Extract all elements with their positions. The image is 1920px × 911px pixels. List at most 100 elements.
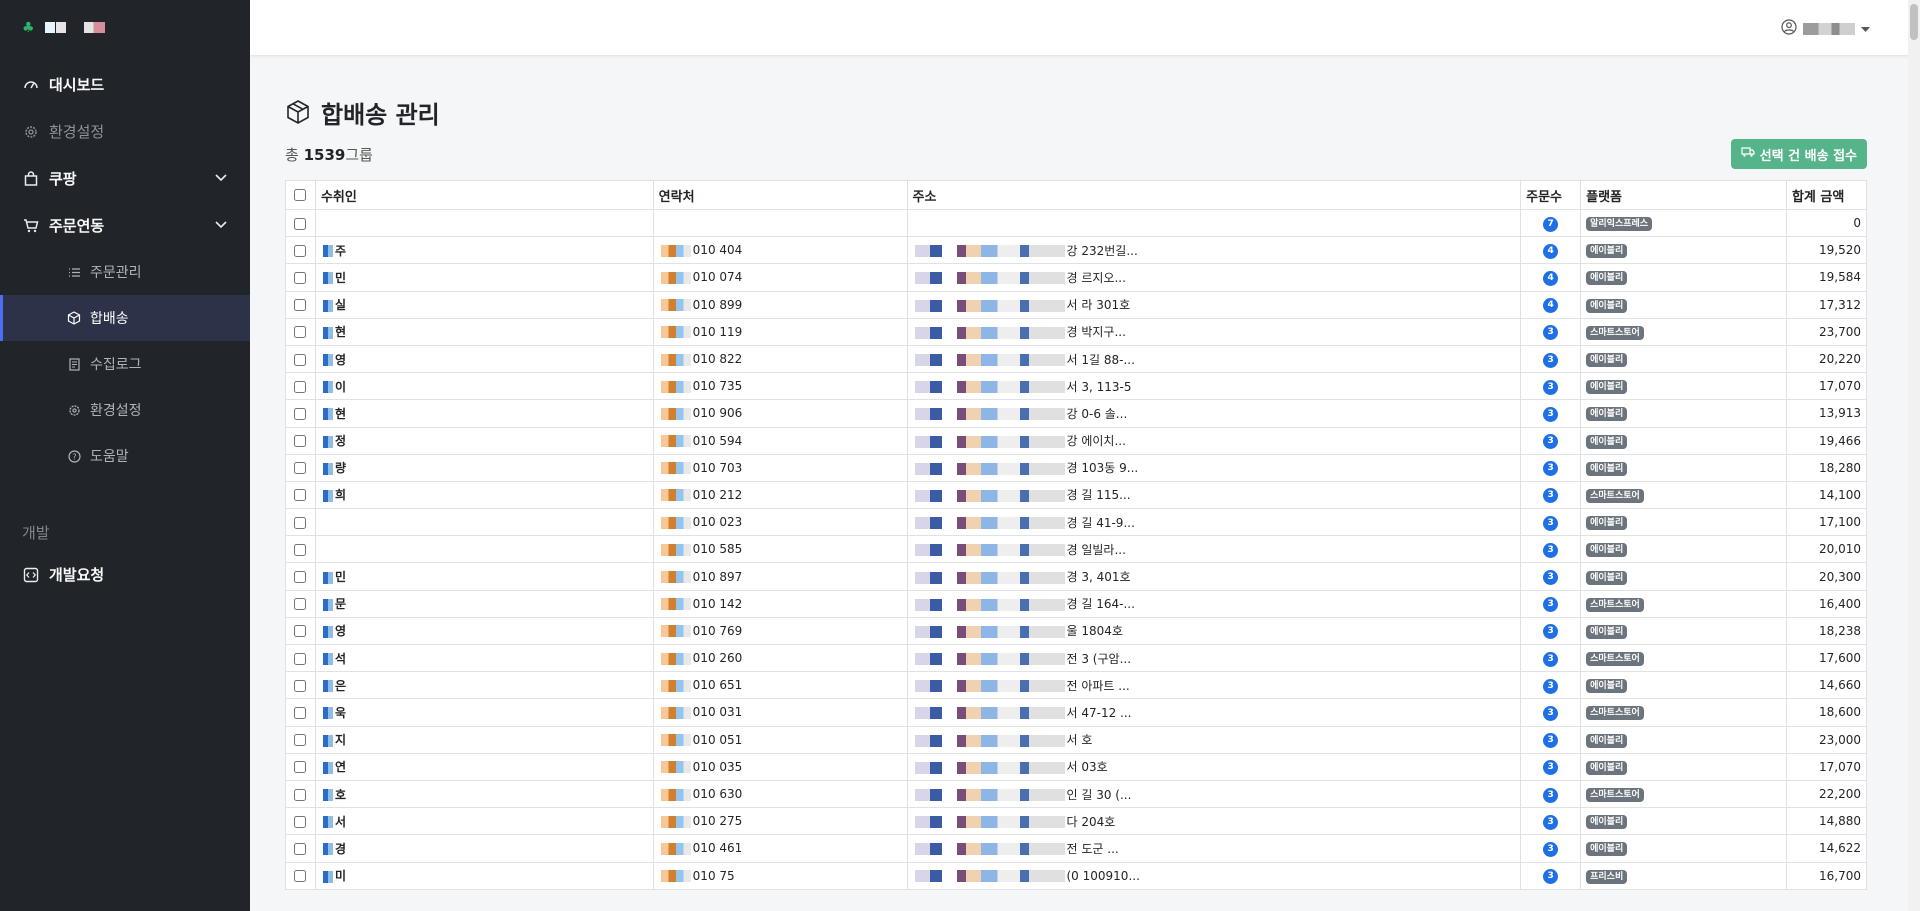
row-checkbox[interactable] <box>294 380 307 393</box>
sidebar-item-settings[interactable]: 환경설정 <box>0 108 250 155</box>
amount-cell: 17,312 <box>1785 290 1868 319</box>
row-checkbox[interactable] <box>294 489 307 502</box>
row-checkbox[interactable] <box>294 788 307 801</box>
row-select-cell <box>285 508 316 537</box>
table-row[interactable]: 호 010 630 인 길 30 (... 3 스마트스토어 22,200 <box>285 779 1868 809</box>
recipient-name: 영 <box>334 352 347 367</box>
phone-number: 010 031 <box>692 705 743 720</box>
table-row[interactable]: 영 010 822 서 1길 88-... 3 에이블리 20,220 <box>285 344 1868 374</box>
submit-shipping-button[interactable]: 선택 건 배송 접수 <box>1730 139 1867 169</box>
sidebar-subitem-order-manage[interactable]: 주문관리 <box>0 249 250 295</box>
table-row[interactable]: 민 010 897 경 3, 401호 3 에이블리 20,300 <box>285 562 1868 591</box>
address-text: 강 0-6 솔... <box>1066 406 1128 421</box>
sidebar-subitem-settings[interactable]: 환경설정 <box>0 387 250 433</box>
header-order-count[interactable]: 주문수 <box>1520 180 1582 210</box>
platform-badge: 에이블리 <box>1586 407 1628 422</box>
redacted-block <box>322 843 333 856</box>
recipient-name: 경 <box>334 841 347 856</box>
row-checkbox[interactable] <box>294 815 307 828</box>
row-checkbox[interactable] <box>294 326 307 339</box>
user-circle-icon <box>1781 19 1797 39</box>
sidebar-item-order-sync[interactable]: 주문연동 <box>0 202 250 249</box>
address-text: 서 03호 <box>1066 760 1108 775</box>
row-checkbox[interactable] <box>294 353 307 366</box>
row-checkbox[interactable] <box>294 679 307 692</box>
row-checkbox[interactable] <box>294 761 307 774</box>
address-text: 전 아파트 ... <box>1066 678 1130 693</box>
row-checkbox[interactable] <box>294 244 307 257</box>
amount-cell: 16,400 <box>1785 589 1868 618</box>
table-row[interactable]: 연 010 035 서 03호 3 에이블리 17,070 <box>285 752 1868 781</box>
row-checkbox[interactable] <box>294 571 307 584</box>
table-row[interactable]: 민 010 074 경 르지오... 4 에이블리 19,584 <box>285 263 1868 292</box>
redacted-block <box>322 653 333 666</box>
row-checkbox[interactable] <box>294 734 307 747</box>
brand-logo[interactable]: ♣ <box>0 0 250 55</box>
select-all-checkbox[interactable] <box>294 189 307 201</box>
page-scrollbar[interactable] <box>1908 0 1920 911</box>
table-row[interactable]: 현 010 906 강 0-6 솔... 3 에이블리 13,913 <box>285 399 1868 428</box>
row-checkbox[interactable] <box>294 462 307 475</box>
row-checkbox[interactable] <box>294 271 307 284</box>
order-count-cell: 3 <box>1520 399 1582 428</box>
header-total-amount[interactable]: 합계 금액 <box>1785 180 1868 210</box>
user-menu[interactable] <box>1781 19 1870 39</box>
order-count-cell: 3 <box>1520 807 1582 836</box>
row-checkbox[interactable] <box>294 625 307 638</box>
sidebar-subitem-combined-shipping[interactable]: 합배송 <box>0 295 250 341</box>
row-checkbox[interactable] <box>294 543 307 556</box>
header-phone[interactable]: 연락처 <box>652 180 908 210</box>
phone-cell: 010 035 <box>652 752 908 781</box>
row-checkbox[interactable] <box>294 407 307 420</box>
table-row[interactable]: 이 010 735 서 3, 113-5 3 에이블리 17,070 <box>285 372 1868 401</box>
table-row[interactable]: 지 010 051 서 호 3 에이블리 23,000 <box>285 725 1868 754</box>
table-row[interactable]: 경 010 461 전 도군 ... 3 에이블리 14,622 <box>285 834 1868 863</box>
table-row[interactable]: 010 023 경 길 41-9... 3 에이블리 17,100 <box>285 508 1868 537</box>
row-checkbox[interactable] <box>294 217 307 230</box>
order-count-badge: 3 <box>1543 869 1559 885</box>
table-row[interactable]: 현 010 119 경 박지구... 3 스마트스토어 23,700 <box>285 317 1868 346</box>
table-row[interactable]: 주 010 404 강 232번길... 4 에이블리 19,520 <box>285 236 1868 265</box>
platform-badge: 프리스비 <box>1586 869 1628 884</box>
header-address[interactable]: 주소 <box>906 180 1522 210</box>
table-row[interactable]: 량 010 703 경 103동 9... 3 에이블리 18,280 <box>285 453 1868 482</box>
table-row[interactable]: 서 010 275 다 204호 3 에이블리 14,880 <box>285 807 1868 836</box>
sidebar-item-dev-request[interactable]: 개발요청 <box>0 551 250 598</box>
row-checkbox[interactable] <box>294 870 307 883</box>
table-row[interactable]: 정 010 594 강 에이치... 3 에이블리 19,466 <box>285 426 1868 455</box>
sidebar-item-dashboard[interactable]: 대시보드 <box>0 61 250 108</box>
table-row[interactable]: 미 010 75 (0 100910... 3 프리스비 16,700 <box>285 861 1868 890</box>
row-select-cell <box>285 426 316 455</box>
row-checkbox[interactable] <box>294 299 307 312</box>
row-checkbox[interactable] <box>294 435 307 448</box>
address-cell: 경 르지오... <box>906 263 1522 292</box>
table-row[interactable]: 문 010 142 경 길 164-... 3 스마트스토어 16,400 <box>285 589 1868 618</box>
recipient-name: 주 <box>334 243 347 258</box>
phone-number: 010 735 <box>692 379 743 394</box>
sidebar-item-coupang[interactable]: 쿠팡 <box>0 155 250 202</box>
header-recipient[interactable]: 수취인 <box>314 180 654 210</box>
phone-cell: 010 75 <box>652 861 908 890</box>
recipient-cell: 희 <box>314 480 654 510</box>
header-platform[interactable]: 플랫폼 <box>1580 180 1787 210</box>
row-checkbox[interactable] <box>294 842 307 855</box>
scrollbar-thumb[interactable] <box>1910 4 1918 40</box>
table-row[interactable]: 희 010 212 경 길 115... 3 스마트스토어 14,100 <box>285 480 1868 510</box>
sidebar-subitem-collect-log[interactable]: 수집로그 <box>0 341 250 387</box>
row-checkbox[interactable] <box>294 598 307 611</box>
table-row[interactable]: 은 010 651 전 아파트 ... 3 에이블리 14,660 <box>285 671 1868 700</box>
table-row[interactable]: 석 010 260 전 3 (구암... 3 스마트스토어 17,600 <box>285 643 1868 673</box>
table-row[interactable]: 실 010 899 서 라 301호 4 에이블리 17,312 <box>285 290 1868 319</box>
table-row[interactable]: 010 585 경 일빌라... 3 에이블리 20,010 <box>285 535 1868 564</box>
redacted-block <box>914 625 1065 638</box>
row-checkbox[interactable] <box>294 516 307 529</box>
platform-cell: 스마트스토어 <box>1580 779 1787 809</box>
redacted-block <box>660 353 691 366</box>
table-row[interactable]: 영 010 769 울 1804호 3 에이블리 18,238 <box>285 616 1868 646</box>
row-checkbox[interactable] <box>294 706 307 719</box>
table-row[interactable]: 욱 010 031 서 47-12 ... 3 스마트스토어 18,600 <box>285 698 1868 727</box>
table-row[interactable]: 7 알리익스프레스 0 <box>285 208 1868 238</box>
row-checkbox[interactable] <box>294 652 307 665</box>
sidebar-subitem-help[interactable]: ? 도움말 <box>0 433 250 479</box>
recipient-name: 미 <box>334 869 347 884</box>
